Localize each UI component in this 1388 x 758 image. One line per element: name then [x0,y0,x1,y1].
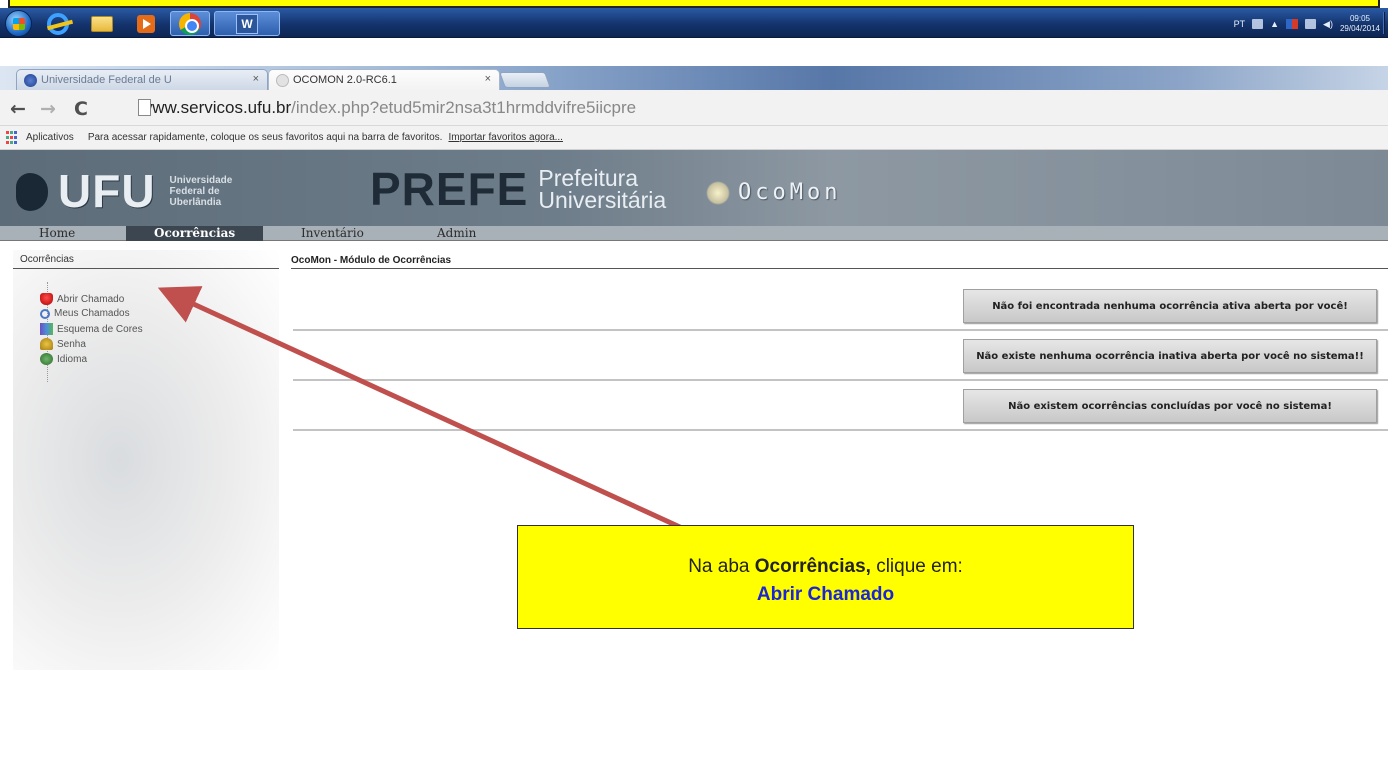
internet-explorer-button[interactable] [38,11,78,36]
sidebar-item-label: Senha [57,338,86,350]
clock-time: 09:05 [1349,14,1370,23]
sidebar-item-abrir-chamado[interactable]: Abrir Chamado [40,293,124,305]
show-desktop-button[interactable] [1383,12,1385,34]
start-orb-icon[interactable] [5,10,32,37]
menu-ocorrencias[interactable]: Ocorrências [126,226,264,241]
bookmarks-hint: Para acessar rapidamente, coloque os seu… [87,132,443,143]
apps-grid-icon[interactable] [6,130,20,145]
prefe-logo: PREFE Prefeitura Universitária [370,162,666,216]
forward-button[interactable]: → [40,98,56,120]
callout-prefix: Na aba [688,556,755,577]
chrome-button[interactable] [170,11,210,36]
url-host: www.servicos.ufu.br [140,98,292,117]
sidebar-item-esquema-de-cores[interactable]: Esquema de Cores [40,323,143,335]
no-active-occurrences-button[interactable]: Não foi encontrada nenhuma ocorrência at… [963,289,1377,323]
language-indicator[interactable]: PT [1234,19,1246,29]
new-tab-button[interactable] [499,72,551,88]
globe-icon [40,353,53,365]
sidebar-item-senha[interactable]: Senha [40,338,86,350]
page-icon [138,99,151,116]
network-icon[interactable] [1305,19,1317,29]
message-row: Não foi encontrada nenhuma ocorrência at… [293,281,1388,331]
callout-tab-name: Ocorrências, [754,556,871,577]
sidebar-divider [13,268,279,269]
palette-icon [40,323,53,335]
browser-toolbar: ← → C www.servicos.ufu.br/index.php?etud… [0,90,1388,126]
message-row: Não existe nenhuma ocorrência inativa ab… [293,331,1388,381]
word-icon: W [236,13,258,34]
prefe-wordmark: PREFE [370,163,529,215]
windows-taskbar: W PT ▲ ◀) 09:05 29/04/2014 [0,8,1388,38]
keyboard-icon[interactable] [1252,19,1264,29]
tab-title: OCOMON 2.0-RC6.1 [293,74,397,86]
callout-suffix: clique em: [870,556,963,577]
menu-admin[interactable]: Admin [437,226,476,241]
system-tray: PT ▲ ◀) 09:05 29/04/2014 [1234,14,1380,34]
callout-action: Abrir Chamado [756,584,895,605]
address-bar[interactable]: www.servicos.ufu.br/index.php?etud5mir2n… [100,96,1388,120]
menu-home[interactable]: Home [39,226,75,241]
no-inactive-occurrences-button[interactable]: Não existe nenhuma ocorrência inativa ab… [963,339,1377,373]
app-menu: Home Ocorrências Inventário Admin [0,226,1388,241]
instruction-callout: Na aba Ocorrências, clique em: Abrir Cha… [517,525,1134,629]
page-favicon-icon [276,74,289,87]
tab-ocomon[interactable]: OCOMON 2.0-RC6.1 × [268,69,500,90]
sidebar: Ocorrências Abrir Chamado Meus Chamados … [13,250,279,670]
reload-button[interactable]: C [74,98,88,120]
explorer-button[interactable] [82,11,122,36]
ocomon-logo: OcoMon [706,180,841,205]
menu-inventario[interactable]: Inventário [301,226,364,241]
clock-date: 29/04/2014 [1339,24,1380,33]
sidebar-item-label: Meus Chamados [54,308,130,319]
ufu-subtitle: Universidade Federal de Uberlândia [169,174,233,208]
media-player-icon [137,14,155,33]
import-bookmarks-link[interactable]: Importar favoritos agora... [448,132,563,143]
sidebar-item-label: Abrir Chamado [57,293,125,305]
bookmarks-bar: Aplicativos Para acessar rapidamente, co… [0,126,1388,150]
back-button[interactable]: ← [10,98,26,120]
ufu-emblem-icon [16,169,50,213]
ocomon-header: UFU Universidade Federal de Uberlândia P… [0,150,1388,226]
tab-title: Universidade Federal de U [41,74,172,86]
search-icon [40,308,50,319]
ocomon-spark-icon [706,180,730,205]
page-title-divider [291,268,1388,269]
page-title: OcoMon - Módulo de Ocorrências [291,255,452,266]
volume-icon[interactable]: ◀) [1323,19,1333,30]
key-icon [40,338,53,350]
ufu-wordmark: UFU [58,165,156,217]
sidebar-title: Ocorrências [20,254,74,265]
sidebar-item-idioma[interactable]: Idioma [40,353,87,365]
sidebar-item-meus-chamados[interactable]: Meus Chamados [40,308,130,319]
browser-tab-strip: Universidade Federal de U × OCOMON 2.0-R… [0,66,1388,90]
ufu-favicon-icon [24,74,37,87]
close-tab-icon[interactable]: × [485,73,491,85]
ocomon-wordmark: OcoMon [738,180,842,205]
sidebar-item-label: Idioma [57,353,88,365]
prefe-subtitle: Prefeitura Universitária [538,165,667,213]
chrome-icon [179,12,201,35]
url-path: /index.php?etud5mir2nsa3t1hrmddvifre5iic… [291,98,637,117]
sidebar-item-label: Esquema de Cores [57,323,143,335]
internet-explorer-icon [47,12,69,35]
show-hidden-icons[interactable]: ▲ [1270,19,1279,29]
screenshot-root: W PT ▲ ◀) 09:05 29/04/2014 Universidade … [0,0,1388,758]
top-annotation-strip [8,0,1380,8]
no-closed-occurrences-button[interactable]: Não existem ocorrências concluídas por v… [963,389,1377,423]
bell-icon [40,293,53,305]
message-row: Não existem ocorrências concluídas por v… [293,381,1388,431]
media-player-button[interactable] [126,11,166,36]
clock[interactable]: 09:05 29/04/2014 [1340,14,1380,34]
apps-shortcut[interactable]: Aplicativos [26,132,74,143]
tab-ufu[interactable]: Universidade Federal de U × [16,69,268,90]
folder-icon [91,15,113,32]
word-button[interactable]: W [214,11,280,36]
close-tab-icon[interactable]: × [253,73,259,85]
action-center-flag-icon[interactable] [1286,19,1299,29]
ufu-logo: UFU Universidade Federal de Uberlândia [16,164,232,218]
